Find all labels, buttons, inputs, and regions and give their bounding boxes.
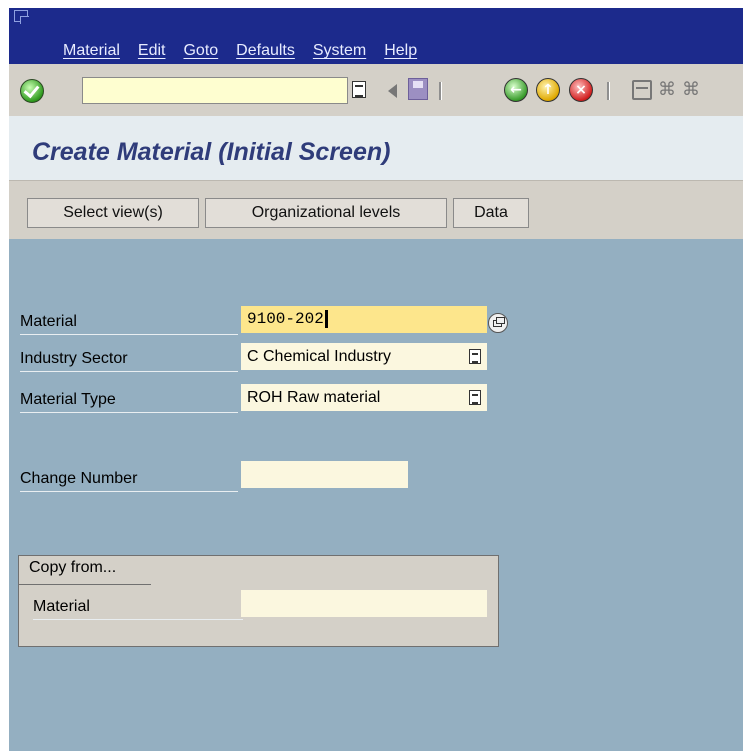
save-icon[interactable] [408,78,428,100]
toolbar-separator [439,82,442,100]
menu-edit[interactable]: Edit [138,42,166,60]
copy-from-tab: Copy from... [19,556,169,585]
sap-window: Material Edit Goto Defaults System Help … [9,8,743,751]
menu-bar: Material Edit Goto Defaults System Help [9,8,743,64]
material-type-dropdown-icon[interactable] [469,390,481,405]
menu-material[interactable]: Material [63,42,120,60]
find-icon[interactable]: ⌘ [658,79,680,101]
back-icon[interactable]: ← [504,78,528,102]
text-cursor [324,309,328,328]
industry-sector-dropdown[interactable]: C Chemical Industry [241,343,487,370]
select-views-button[interactable]: Select view(s) [27,198,199,228]
material-type-dropdown[interactable]: ROH Raw material [241,384,487,411]
menu-help[interactable]: Help [384,42,417,60]
standard-toolbar: ← ↑ × ⌘ ⌘ [9,64,743,117]
copy-from-group: Copy from... Material [18,555,499,647]
toolbar-separator [607,82,610,100]
menu-items: Material Edit Goto Defaults System Help [63,42,435,60]
command-field[interactable] [82,77,348,104]
material-type-label: Material Type [20,386,238,413]
print-icon[interactable] [632,80,652,100]
change-number-input[interactable] [241,461,408,488]
exit-icon[interactable]: ↑ [536,78,560,102]
industry-sector-dropdown-icon[interactable] [469,349,481,364]
copy-material-input[interactable] [241,590,487,617]
menu-goto[interactable]: Goto [183,42,218,60]
tab-underline [19,584,151,585]
menu-system[interactable]: System [313,42,366,60]
copy-from-title: Copy from... [29,559,117,576]
command-dropdown-icon[interactable] [352,81,366,98]
find-next-icon[interactable]: ⌘ [682,79,704,101]
menu-defaults[interactable]: Defaults [236,42,295,60]
industry-sector-label: Industry Sector [20,345,238,372]
change-number-label: Change Number [20,465,238,492]
material-type-value: ROH Raw material [247,389,381,406]
back-arrow-icon[interactable] [388,84,397,98]
material-input-value: 9100-202 [247,310,324,328]
organizational-levels-button[interactable]: Organizational levels [205,198,447,228]
industry-sector-value: C Chemical Industry [247,348,392,365]
cancel-icon[interactable]: × [569,78,593,102]
matchcode-icon[interactable] [488,313,508,333]
material-label: Material [20,308,238,335]
page-title: Create Material (Initial Screen) [32,138,391,166]
application-toolbar: Select view(s) Organizational levels Dat… [9,180,743,239]
data-button[interactable]: Data [453,198,529,228]
copy-material-label: Material [33,593,243,620]
material-input[interactable]: 9100-202 [241,306,487,333]
window-menu-icon[interactable] [14,10,29,24]
enter-check-icon[interactable] [20,79,44,103]
